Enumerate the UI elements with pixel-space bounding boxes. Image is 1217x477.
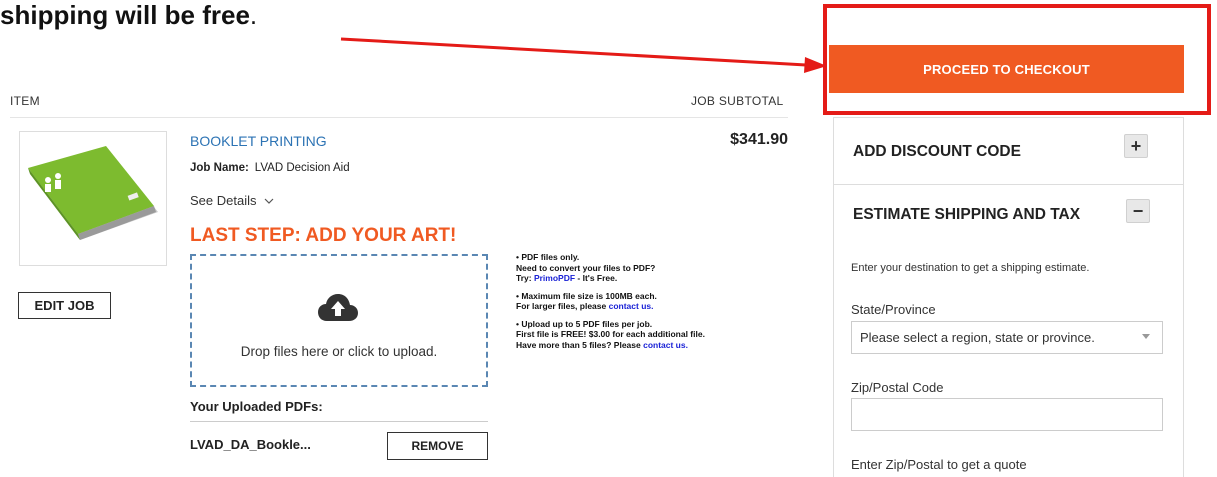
cloud-upload-icon — [318, 294, 358, 321]
item-column-header: ITEM — [10, 94, 40, 108]
shipping-intro-text: Enter your destination to get a shipping… — [851, 262, 1090, 274]
note-upload-limit: • Upload up to 5 PDF files per job. — [516, 318, 653, 329]
remove-file-button[interactable]: REMOVE — [387, 432, 488, 460]
sidebar-divider — [833, 184, 1184, 185]
shipping-collapse-button[interactable]: − — [1126, 199, 1150, 223]
job-name-label: Job Name: — [190, 162, 249, 174]
add-art-heading: LAST STEP: ADD YOUR ART! — [190, 225, 457, 246]
dropdown-caret-icon — [1142, 334, 1150, 339]
uploaded-file-name: LVAD_DA_Bookle... — [190, 437, 311, 452]
note-larger: For larger files, please — [516, 301, 609, 311]
add-discount-code-title[interactable]: ADD DISCOUNT CODE — [853, 143, 1021, 161]
upload-notes: • PDF files only. Need to convert your f… — [516, 252, 786, 357]
note-max-size: • Maximum file size is 100MB each. — [516, 290, 657, 301]
product-thumbnail[interactable] — [19, 131, 167, 266]
state-province-select[interactable]: Please select a region, state or provinc… — [851, 321, 1163, 354]
plus-icon: + — [1130, 135, 1142, 156]
note-pdf-only: • PDF files only. — [516, 252, 580, 262]
annotation-arrow-line — [340, 37, 807, 67]
see-details-label: See Details — [190, 193, 257, 208]
booklet-image — [28, 146, 158, 240]
see-details-toggle[interactable]: See Details — [190, 193, 274, 208]
estimate-shipping-title[interactable]: ESTIMATE SHIPPING AND TAX — [853, 206, 1080, 224]
discount-expand-button[interactable]: + — [1124, 134, 1148, 158]
job-name-value: LVAD Decision Aid — [254, 162, 350, 174]
job-name: Job Name: LVAD Decision Aid — [190, 162, 350, 174]
primopdf-link[interactable]: PrimoPDF — [534, 273, 575, 283]
note-free: - It's Free. — [575, 273, 618, 283]
zip-postal-label: Zip/Postal Code — [851, 380, 944, 395]
chevron-down-icon — [264, 198, 274, 204]
contact-us-link[interactable]: contact us. — [609, 301, 654, 311]
note-first-free: First file is FREE! $3.00 for each addit… — [516, 329, 705, 339]
proceed-to-checkout-button[interactable]: PROCEED TO CHECKOUT — [829, 45, 1184, 93]
zip-quote-hint: Enter Zip/Postal to get a quote — [851, 457, 1027, 472]
zip-postal-input[interactable] — [851, 398, 1163, 431]
job-subtotal-price: $341.90 — [730, 131, 788, 148]
uploaded-divider — [190, 421, 488, 422]
job-subtotal-column-header: JOB SUBTOTAL — [691, 94, 784, 108]
state-province-selected: Please select a region, state or provinc… — [860, 330, 1095, 345]
note-convert: Need to convert your files to PDF? — [516, 262, 656, 273]
note-more-files: Have more than 5 files? Please — [516, 339, 644, 350]
dropzone-text: Drop files here or click to upload. — [240, 344, 438, 359]
note-try: Try: — [516, 273, 534, 283]
edit-job-button[interactable]: EDIT JOB — [18, 292, 111, 319]
product-title-link[interactable]: BOOKLET PRINTING — [190, 133, 327, 149]
uploaded-pdfs-title: Your Uploaded PDFs: — [190, 399, 323, 414]
contact-us-link-2[interactable]: contact us. — [643, 340, 688, 350]
state-province-label: State/Province — [851, 302, 936, 317]
minus-icon: − — [1132, 200, 1144, 221]
header-divider — [10, 117, 788, 118]
